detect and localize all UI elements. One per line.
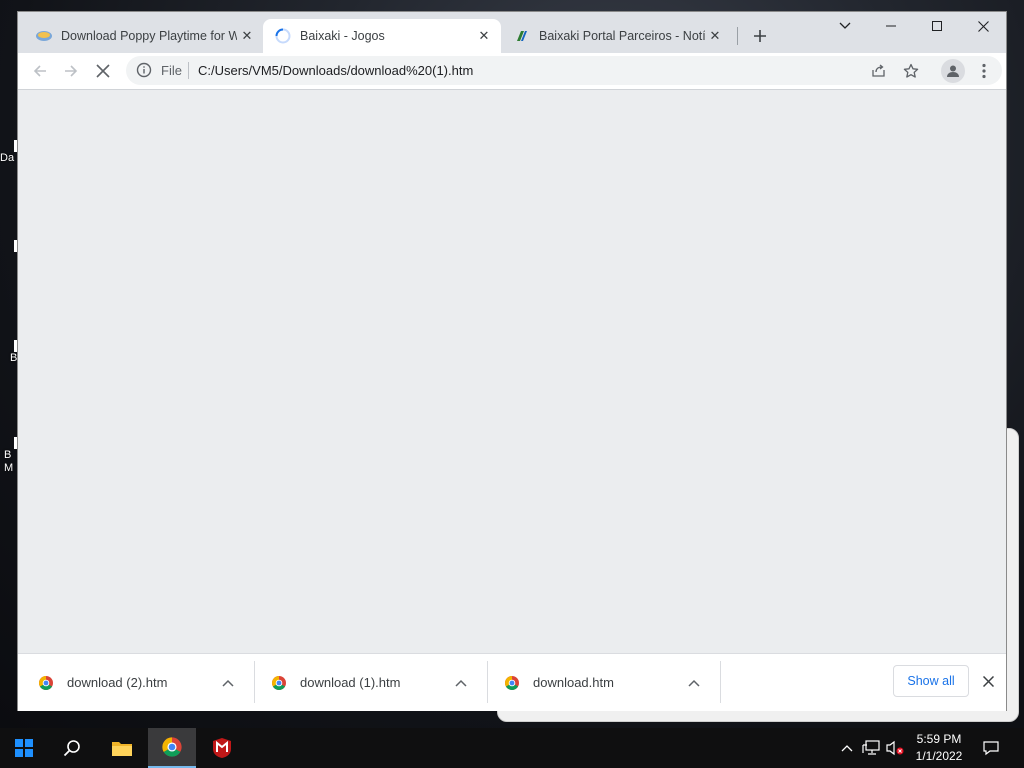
file-explorer-icon[interactable] — [98, 728, 146, 768]
profile-avatar-icon[interactable] — [941, 59, 965, 83]
download-filename: download (1).htm — [300, 675, 401, 690]
back-arrow-icon[interactable] — [26, 57, 54, 85]
tab-title: Baixaki - Jogos — [300, 29, 385, 43]
show-all-button[interactable]: Show all — [893, 665, 969, 697]
desktop-icon-label[interactable] — [0, 240, 18, 252]
tab-baixaki-jogos[interactable]: Baixaki - Jogos ✕ — [263, 19, 501, 53]
chevron-up-icon[interactable] — [684, 673, 704, 693]
close-icon[interactable] — [978, 671, 998, 691]
browser-window: Download Poppy Playtime for W ✕ Baixaki … — [18, 12, 1006, 711]
forward-arrow-icon[interactable] — [57, 57, 85, 85]
search-icon[interactable] — [48, 728, 96, 768]
download-item[interactable]: download (1).htm — [251, 654, 487, 711]
omnibox-divider — [188, 62, 189, 79]
tab-title: Download Poppy Playtime for W — [61, 29, 237, 43]
system-clock[interactable]: 5:59 PM 1/1/2022 — [908, 731, 970, 765]
chevron-up-icon[interactable] — [838, 728, 856, 768]
browser-toolbar: File C:/Users/VM5/Downloads/download%20(… — [18, 53, 1006, 89]
tab-title: Baixaki Portal Parceiros - Notícia — [539, 29, 705, 43]
download-filename: download (2).htm — [67, 675, 168, 690]
loading-spinner-icon — [275, 28, 291, 44]
plus-icon[interactable] — [748, 24, 772, 48]
download-item[interactable]: download.htm — [484, 654, 720, 711]
chrome-file-icon — [39, 675, 53, 690]
tab-divider — [737, 27, 738, 45]
scheme-label: File — [161, 63, 182, 78]
close-icon[interactable]: ✕ — [237, 26, 257, 46]
mcafee-icon[interactable] — [198, 728, 246, 768]
chevron-up-icon[interactable] — [451, 673, 471, 693]
tab-strip: Download Poppy Playtime for W ✕ Baixaki … — [18, 12, 1006, 53]
download-filename: download.htm — [533, 675, 614, 690]
close-icon[interactable]: ✕ — [474, 26, 494, 46]
info-icon[interactable] — [136, 62, 152, 78]
tab-search-icon[interactable] — [822, 12, 868, 40]
download-shelf: download (2).htm download (1).htm downlo… — [18, 653, 1006, 711]
more-menu-icon[interactable] — [970, 57, 998, 85]
clock-time: 5:59 PM — [916, 732, 962, 746]
notification-icon[interactable] — [980, 728, 1002, 768]
download-item[interactable]: download (2).htm — [18, 654, 254, 711]
volume-muted-icon[interactable] — [884, 728, 906, 768]
baixaki-portal-favicon — [514, 28, 530, 44]
star-icon[interactable] — [901, 61, 921, 81]
url-text[interactable]: C:/Users/VM5/Downloads/download%20(1).ht… — [198, 63, 473, 78]
close-icon[interactable]: ✕ — [705, 26, 725, 46]
clock-date: 1/1/2022 — [915, 749, 963, 763]
tab-poppy-playtime[interactable]: Download Poppy Playtime for W ✕ — [24, 19, 264, 53]
stop-loading-icon[interactable] — [89, 57, 117, 85]
download-divider — [720, 661, 721, 703]
page-viewport[interactable] — [18, 89, 1006, 654]
maximize-icon[interactable] — [914, 12, 960, 40]
close-icon[interactable] — [960, 12, 1006, 40]
desktop-icon-label[interactable]: Da — [0, 140, 18, 165]
chrome-file-icon — [272, 675, 286, 690]
chrome-icon[interactable] — [148, 728, 196, 768]
baixaki-favicon — [36, 28, 52, 44]
address-bar[interactable]: File C:/Users/VM5/Downloads/download%20(… — [126, 56, 1002, 85]
chevron-up-icon[interactable] — [218, 673, 238, 693]
windows-taskbar: 5:59 PM 1/1/2022 — [0, 728, 1024, 768]
chrome-file-icon — [505, 675, 519, 690]
minimize-icon[interactable] — [868, 12, 914, 40]
tab-baixaki-portal[interactable]: Baixaki Portal Parceiros - Notícia ✕ — [502, 19, 732, 53]
network-icon[interactable] — [860, 728, 882, 768]
share-icon[interactable] — [868, 61, 888, 81]
start-icon[interactable] — [0, 728, 48, 768]
